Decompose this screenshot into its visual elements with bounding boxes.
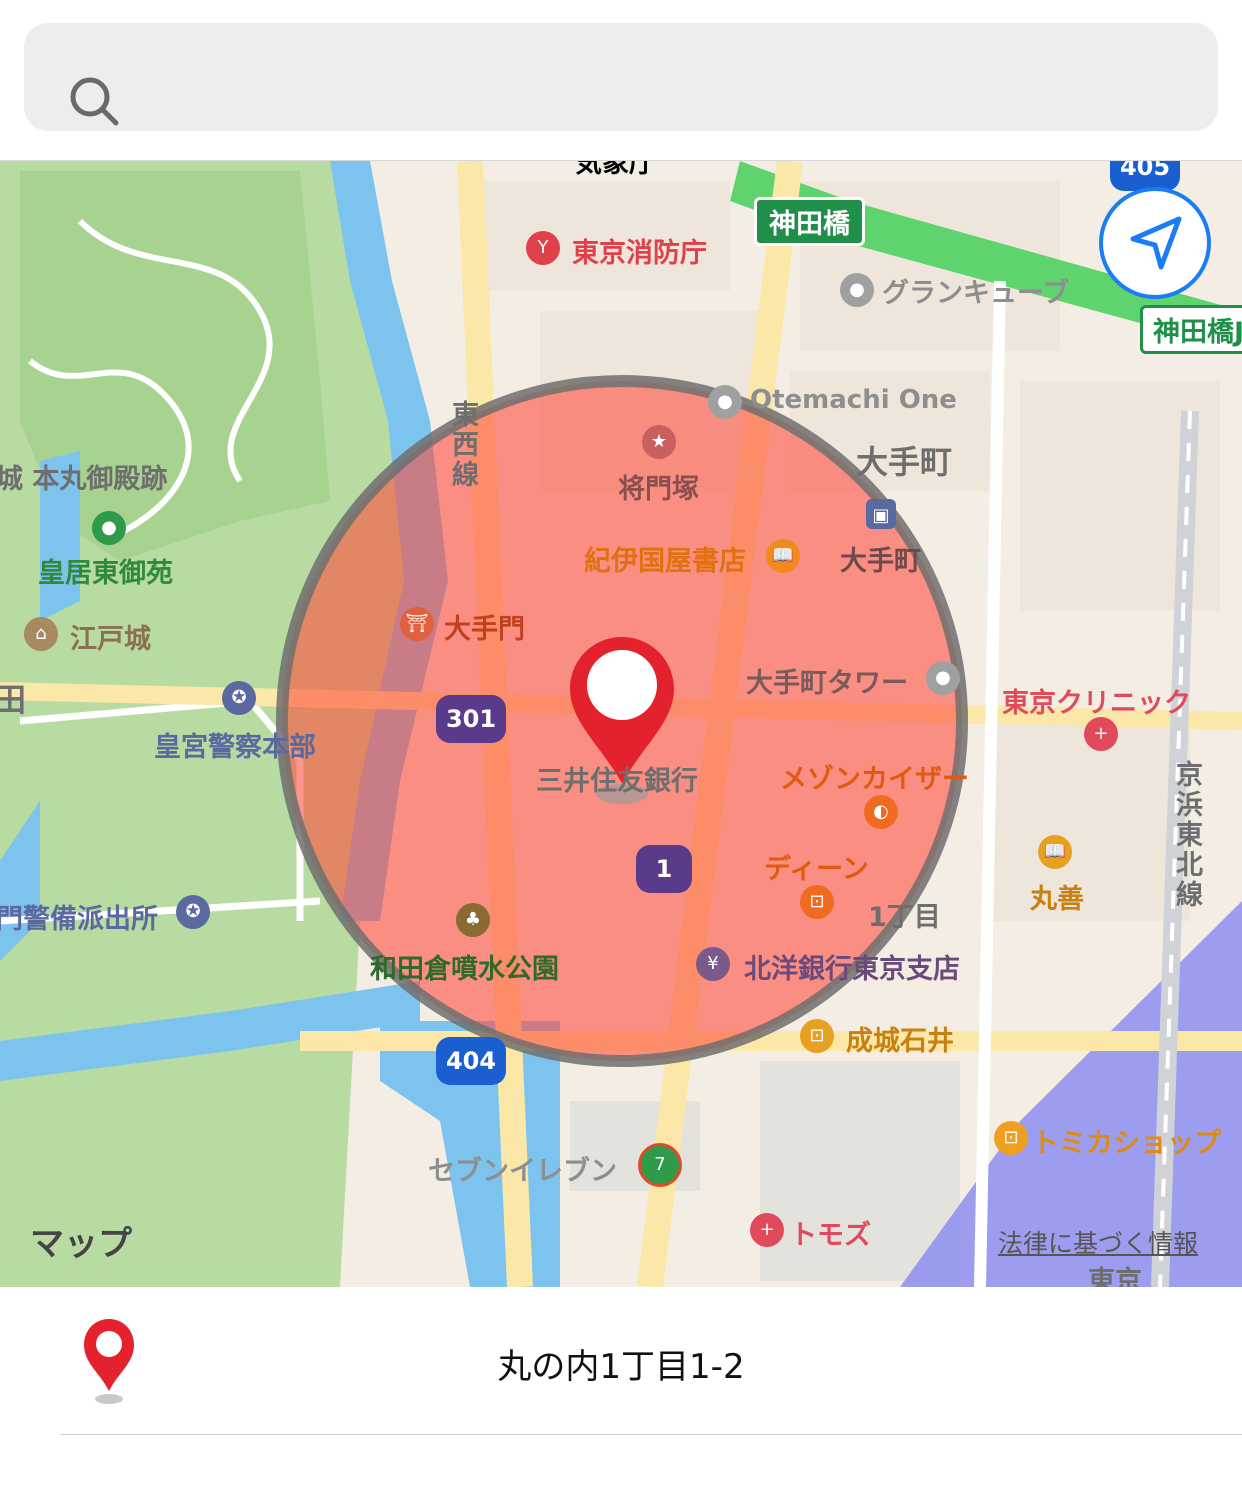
building-icon: ● [840,273,874,307]
poi-label[interactable]: 紀伊国屋書店 [584,539,746,578]
search-icon [68,75,120,131]
poi-label[interactable]: 皇居東御苑 [38,551,173,590]
book-icon: 📖 [1038,835,1072,869]
poi-label[interactable]: ディーン [764,847,869,886]
book-icon: 📖 [766,539,800,573]
building-icon: ● [708,385,742,419]
district-label: 田 [0,675,26,721]
poi-label[interactable]: セブンイレブン [428,1149,617,1188]
result-row[interactable]: 丸の内1丁目1-2 [0,1287,1242,1435]
convenience-store-icon: 7 [638,1143,682,1187]
clinic-icon: + [1084,717,1118,751]
train-icon: ▣ [866,499,896,529]
poi-label[interactable]: トミカショップ [1032,1121,1221,1160]
poi-label[interactable]: 皇宮警察本部 [154,725,316,764]
building-icon: ● [926,661,960,695]
map-view[interactable]: 気象庁 Y 東京消防庁 神田橋 ● グランキューブ 神田橋J ● Otemach… [0,160,1242,1287]
poi-label[interactable]: 城 本丸御殿跡 [0,457,167,496]
search-bar[interactable] [24,23,1218,131]
bank-icon: ¥ [696,947,730,981]
district-label: 大手町 [856,443,953,481]
poi-label[interactable]: 東京消防庁 [572,231,707,270]
fire-station-icon: Y [526,231,560,265]
route-shield: 301 [436,695,506,743]
poi-label[interactable]: 大手町タワー [746,661,908,700]
park-icon: ● [92,511,126,545]
poi-label[interactable]: 丸善 [1030,877,1084,916]
poi-label[interactable]: 和田倉噴水公園 [370,947,559,986]
poi-label[interactable]: 北洋銀行東京支店 [744,947,960,986]
gate-icon: ⛩ [400,607,434,641]
pharmacy-icon: + [750,1213,784,1247]
address-text: 丸の内1丁目1-2 [497,1347,745,1387]
poi-label[interactable]: 大手門 [444,607,525,646]
poi-label[interactable]: メゾンカイザー [780,757,969,796]
rail-line-label: 京浜東北線 [1176,760,1203,911]
locate-button[interactable] [1099,187,1211,299]
poi-label[interactable]: 東京クリニック [1002,681,1191,720]
maps-brand: マップ [30,1224,132,1264]
police-icon: ✪ [222,681,256,715]
junction-label[interactable]: 神田橋J [1140,305,1242,354]
station-label[interactable]: 大手町 [840,539,921,578]
divider [60,1434,1242,1435]
shopping-cart-icon: ⊡ [800,1019,834,1053]
poi-label[interactable]: 将門塚 [618,467,699,506]
bakery-icon: ◐ [864,795,898,829]
shopping-cart-icon: ⊡ [994,1121,1028,1155]
rail-line-label: 東西線 [452,400,479,491]
station-label[interactable]: 東京 [1088,1259,1142,1287]
castle-icon: ⌂ [24,617,58,651]
poi-label[interactable]: 門警備派出所 [0,897,158,936]
selected-place-label[interactable]: 三井住友銀行 [536,759,698,798]
route-shield: 404 [436,1037,506,1085]
poi-label[interactable]: トモズ [790,1213,871,1252]
star-icon: ★ [642,425,676,459]
poi-label[interactable]: Otemachi One [750,385,957,415]
junction-label[interactable]: 神田橋 [754,197,865,246]
legal-link[interactable]: 法律に基づく情報 [998,1224,1198,1260]
route-shield: 405 [1110,161,1180,191]
district-label: 1丁目 [868,902,941,933]
police-icon: ✪ [176,895,210,929]
tree-icon: ♣ [456,903,490,937]
poi-label[interactable]: 成城石井 [846,1019,954,1058]
poi-label[interactable]: グランキューブ [882,271,1069,310]
map-base [0,161,1242,1287]
poi-label[interactable]: 気象庁 [575,161,656,180]
location-arrow-icon [1130,216,1182,270]
search-input[interactable] [134,43,1198,113]
poi-label[interactable]: 江戸城 [70,617,151,656]
shopping-basket-icon: ⊡ [800,885,834,919]
route-shield: 1 [636,845,692,893]
